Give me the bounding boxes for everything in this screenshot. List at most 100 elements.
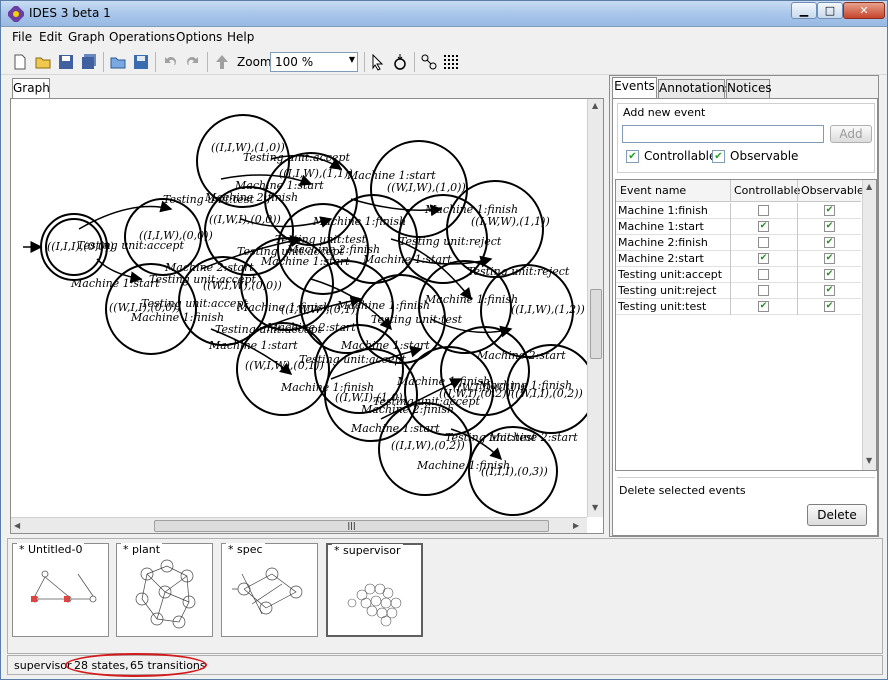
events-panel: Events Annotations Notices Add new event… — [609, 75, 879, 537]
edge-label: Machine 1:finish — [424, 203, 518, 216]
create-state-icon[interactable] — [391, 53, 409, 71]
event-name-input[interactable] — [622, 125, 824, 143]
edge-label: Testing unit:accept — [141, 297, 248, 310]
automaton-graph[interactable]: ((I,I,I),(0,0)) ((I,I,W),(0,0)) ((I,I,W)… — [11, 99, 587, 517]
highlight-annotation — [65, 653, 207, 677]
controllable-cell-checkbox[interactable]: ✔ — [758, 301, 769, 312]
new-file-icon[interactable] — [11, 53, 29, 71]
edge-label: Machine 1:start — [340, 339, 430, 352]
edge-label: Testing unit:accept — [149, 273, 256, 286]
tab-notices[interactable]: Notices — [726, 79, 772, 98]
table-row[interactable]: Machine 2:finish ✔ — [616, 235, 861, 251]
add-event-group: Add new event Add ✔ Controllable ✔ Obser… — [617, 103, 875, 173]
maximize-button[interactable]: □ — [817, 2, 843, 19]
grid-icon[interactable] — [442, 53, 460, 71]
thumbnail-title: * spec — [226, 543, 265, 556]
save-all-icon[interactable] — [80, 53, 98, 71]
column-event-name[interactable]: Event name — [620, 184, 686, 197]
menu-operations[interactable]: Operations — [109, 30, 175, 44]
observable-cell-checkbox[interactable]: ✔ — [824, 285, 835, 296]
layout-graph-icon[interactable] — [420, 53, 438, 71]
edge-label: Machine 1:finish — [336, 299, 430, 312]
thumbnail-spec[interactable]: * spec — [221, 543, 318, 637]
select-pointer-icon[interactable] — [369, 53, 387, 71]
thumbnail-preview — [347, 583, 402, 627]
observable-cell-checkbox[interactable]: ✔ — [824, 237, 835, 248]
table-row[interactable]: Testing unit:reject ✔ — [616, 283, 861, 299]
controllable-label: Controllable — [644, 149, 717, 163]
scroll-down-icon[interactable]: ▼ — [866, 456, 872, 465]
menu-edit[interactable]: Edit — [39, 30, 62, 44]
scroll-thumb[interactable]: ||| — [154, 520, 549, 532]
table-row[interactable]: Testing unit:accept ✔ — [616, 267, 861, 283]
thumbnail-untitled-0[interactable]: * Untitled-0 — [12, 543, 109, 637]
thumbnail-plant[interactable]: * plant — [116, 543, 213, 637]
edge-label: Machine 1:start — [208, 339, 298, 352]
column-controllable[interactable]: Controllable — [734, 184, 800, 197]
controllable-cell-checkbox[interactable] — [758, 237, 769, 248]
minimize-button[interactable]: ▁ — [791, 2, 817, 19]
thumbnail-preview — [135, 559, 196, 629]
table-row[interactable]: Machine 1:start ✔ ✔ — [616, 219, 861, 235]
observable-label: Observable — [730, 149, 799, 163]
delete-button[interactable]: Delete — [807, 504, 867, 526]
observable-cell-checkbox[interactable]: ✔ — [824, 221, 835, 232]
edge-label: Machine 1:start — [260, 255, 350, 268]
menu-file[interactable]: File — [12, 30, 32, 44]
zoom-select[interactable]: 100 % ▼ — [270, 52, 358, 72]
tab-graph[interactable]: Graph — [12, 78, 50, 98]
redo-icon[interactable] — [184, 53, 202, 71]
controllable-cell-checkbox[interactable]: ✔ — [758, 221, 769, 232]
observable-cell-checkbox[interactable]: ✔ — [824, 269, 835, 280]
tab-events[interactable]: Events — [612, 77, 657, 98]
close-button[interactable]: ✕ — [843, 2, 885, 19]
graph-horizontal-scrollbar[interactable]: ◀ ||| ▶ — [11, 517, 587, 533]
save-icon[interactable] — [57, 53, 75, 71]
controllable-checkbox[interactable]: ✔ — [626, 150, 639, 163]
controllable-cell-checkbox[interactable] — [758, 285, 769, 296]
menu-help[interactable]: Help — [227, 30, 254, 44]
menu-options[interactable]: Options — [176, 30, 222, 44]
edge-label: Testing unit:reject — [399, 235, 502, 248]
scroll-up-icon[interactable]: ▲ — [592, 101, 598, 110]
thumbnail-preview — [232, 567, 303, 615]
observable-cell-checkbox[interactable]: ✔ — [824, 253, 835, 264]
edge-label: Machine 1:start — [346, 169, 436, 182]
table-row[interactable]: Testing unit:test ✔ ✔ — [616, 299, 861, 315]
undo-icon[interactable] — [161, 53, 179, 71]
scroll-right-icon[interactable]: ▶ — [573, 521, 579, 530]
observable-cell-checkbox[interactable]: ✔ — [824, 301, 835, 312]
scroll-down-icon[interactable]: ▼ — [592, 503, 598, 512]
tab-annotations[interactable]: Annotations — [658, 79, 731, 98]
add-button[interactable]: Add — [830, 125, 872, 143]
controllable-cell-checkbox[interactable] — [758, 205, 769, 216]
delete-event-group: Delete selected events Delete — [617, 477, 875, 533]
graph-vertical-scrollbar[interactable]: ▲ ▼ — [587, 99, 603, 517]
window-title: IDES 3 beta 1 — [29, 6, 111, 20]
controllable-cell-checkbox[interactable] — [758, 269, 769, 280]
scroll-left-icon[interactable]: ◀ — [14, 521, 20, 530]
graph-canvas[interactable]: ((I,I,I),(0,0)) ((I,I,W),(0,0)) ((I,I,W)… — [10, 98, 604, 534]
event-name: Machine 1:start — [618, 220, 704, 233]
column-observable[interactable]: Observable — [801, 184, 864, 197]
observable-cell-checkbox[interactable]: ✔ — [824, 205, 835, 216]
observable-checkbox[interactable]: ✔ — [712, 150, 725, 163]
table-row[interactable]: Machine 1:finish ✔ — [616, 203, 861, 219]
scroll-thumb[interactable] — [590, 289, 602, 359]
open-workspace-icon[interactable] — [109, 53, 127, 71]
open-folder-icon[interactable] — [34, 53, 52, 71]
controllable-cell-checkbox[interactable]: ✔ — [758, 253, 769, 264]
thumbnail-supervisor[interactable]: * supervisor — [326, 543, 423, 637]
edge-label: Machine 1:finish — [130, 311, 224, 324]
save-workspace-icon[interactable] — [132, 53, 150, 71]
scroll-up-icon[interactable]: ▲ — [866, 182, 872, 191]
edge-label: Machine 1:start — [362, 253, 452, 266]
thumbnail-title: * plant — [121, 543, 163, 556]
event-name: Testing unit:reject — [618, 284, 717, 297]
menu-graph[interactable]: Graph — [68, 30, 105, 44]
edge-label: Machine 1:finish — [312, 215, 406, 228]
arrow-up-icon[interactable] — [213, 53, 231, 71]
table-vertical-scrollbar[interactable]: ▲ ▼ — [862, 180, 876, 470]
table-row[interactable]: Machine 2:start ✔ ✔ — [616, 251, 861, 267]
delete-events-label: Delete selected events — [617, 484, 748, 497]
